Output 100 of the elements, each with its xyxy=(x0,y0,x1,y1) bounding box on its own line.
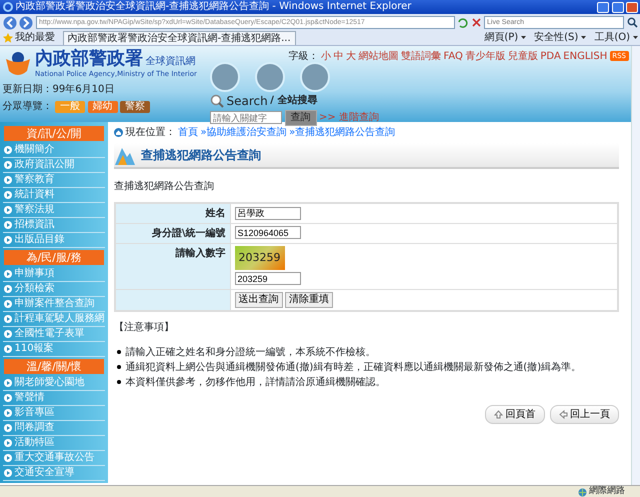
up-arrow-icon xyxy=(494,410,503,418)
forward-icon[interactable] xyxy=(19,16,33,30)
play-icon xyxy=(4,191,12,199)
back-icon[interactable] xyxy=(2,16,16,30)
page-title: 查捕逃犯網路公告查詢 xyxy=(141,146,261,164)
sidebar-item[interactable]: 全國性電子表單 xyxy=(3,327,105,342)
sidebar-item[interactable]: 警察教育 xyxy=(3,173,105,188)
header-link[interactable]: 青少年版 xyxy=(465,48,506,64)
play-icon xyxy=(4,379,12,387)
text-field[interactable]: S120964065 xyxy=(234,226,300,239)
play-icon xyxy=(4,221,12,229)
breadcrumb-link[interactable]: »查捕逃犯網路公告查詢 xyxy=(289,125,396,140)
play-icon xyxy=(4,409,12,417)
play-icon xyxy=(4,424,12,432)
font-size-link[interactable]: 小 xyxy=(321,48,332,64)
breadcrumb-link[interactable]: 首頁 xyxy=(178,125,198,140)
sidebar-item[interactable]: 申辦事項 xyxy=(3,267,105,282)
sidebar-item[interactable]: 活動特區 xyxy=(3,436,105,451)
field-label: 姓名 xyxy=(115,202,230,223)
search-title: Search xyxy=(226,92,268,110)
sidebar-item[interactable]: 招標資訊 xyxy=(3,218,105,233)
bullet-icon xyxy=(116,350,120,354)
note-item: 本資料僅供參考，勿移作他用，詳情請洽原通緝機關確認。 xyxy=(126,376,386,390)
advanced-search-link[interactable]: >> 進階查詢 xyxy=(319,110,379,125)
close-button[interactable] xyxy=(626,2,638,12)
sidebar-item[interactable]: 申辦案件整合查詢 xyxy=(3,297,105,312)
header-link[interactable]: ENGLISH xyxy=(563,48,608,64)
sidebar-item[interactable]: 關老師愛心園地 xyxy=(3,376,105,391)
bullet-icon xyxy=(116,365,120,369)
stop-icon[interactable] xyxy=(470,17,482,28)
left-arrow-icon xyxy=(558,410,568,418)
nav-button[interactable]: 回頁首 xyxy=(485,404,544,424)
form-button[interactable]: 送出查詢 xyxy=(234,292,282,308)
note-item: 通緝犯資料上網公告與通緝機關發佈通(撤)緝有時差，正確資料應以通緝機關最新發佈之通(撤)緝為準。 xyxy=(126,360,582,374)
search-subtitle: / 全站搜尋 xyxy=(270,94,318,108)
minimize-button[interactable] xyxy=(597,2,609,12)
sidebar-item[interactable]: 分類檢索 xyxy=(3,282,105,297)
sidebar-item[interactable]: 警聲情 xyxy=(3,391,105,406)
section-header: 資/訊/公/開 xyxy=(4,126,104,141)
star-icon xyxy=(2,32,12,42)
note-item: 請輸入正確之姓名和身分證統一編號，本系統不作檢核。 xyxy=(126,346,376,360)
search-icon[interactable] xyxy=(626,17,638,28)
play-icon xyxy=(4,300,12,308)
globe-icon xyxy=(578,488,586,496)
keyword-field[interactable]: 請輸入關鍵字 xyxy=(210,111,282,124)
audience-label: 分眾導覽： xyxy=(2,100,52,114)
audience-button[interactable]: 警察 xyxy=(120,100,150,112)
breadcrumb-label: 現在位置： xyxy=(126,126,176,140)
photo-placeholder xyxy=(210,62,240,92)
nav-button[interactable]: 回上一頁 xyxy=(550,404,619,424)
photo-placeholder xyxy=(255,62,285,92)
sidebar-item[interactable]: 統計資料 xyxy=(3,188,105,203)
sidebar-item[interactable]: 政府資訊公開 xyxy=(3,158,105,173)
play-icon xyxy=(4,394,12,402)
sidebar-item[interactable]: 警察法規 xyxy=(3,203,105,218)
sidebar-item[interactable]: 影音專區 xyxy=(3,406,105,421)
header-link[interactable]: 網站地圖 xyxy=(358,48,399,64)
font-size-link[interactable]: 大 xyxy=(346,48,356,64)
menu-button[interactable]: 網頁(P) xyxy=(484,30,526,45)
menu-button[interactable]: 安全性(S) xyxy=(534,30,586,45)
sidebar-item[interactable]: 110報案 xyxy=(3,342,105,357)
photo-placeholder xyxy=(300,62,330,92)
maximize-button[interactable] xyxy=(612,2,624,12)
form-button[interactable]: 清除重填 xyxy=(285,292,333,308)
captcha-field[interactable]: 203259 xyxy=(234,272,300,285)
play-icon xyxy=(4,469,12,477)
header-link[interactable]: FAQ xyxy=(444,48,463,64)
font-size-link[interactable]: 中 xyxy=(334,48,344,64)
logo-title: 內政部警政署 xyxy=(35,48,143,68)
caret-icon xyxy=(580,36,586,39)
text-field[interactable]: 呂學政 xyxy=(234,206,300,220)
play-icon xyxy=(4,176,12,184)
menu-button[interactable]: 工具(O) xyxy=(594,30,638,45)
play-icon xyxy=(4,270,12,278)
field-label: 請輸入數字 xyxy=(115,243,230,289)
breadcrumb-link[interactable]: »協助維護治安查詢 xyxy=(200,125,287,140)
favorites-button[interactable]: 我的最愛 xyxy=(15,30,55,45)
sidebar-item[interactable]: 重大交通事故公告 xyxy=(3,451,105,466)
play-icon xyxy=(4,315,12,323)
notes-title: 【注意事項】 xyxy=(114,320,175,334)
play-icon xyxy=(4,345,12,353)
bullet-icon xyxy=(116,380,120,384)
audience-button[interactable]: 婦幼 xyxy=(88,100,118,112)
sidebar-item[interactable]: 問卷調查 xyxy=(3,421,105,436)
search-button[interactable]: 查詢 xyxy=(284,110,316,126)
header-link[interactable]: 雙語詞彙 xyxy=(401,48,442,64)
sidebar-item[interactable]: 出版品目錄 xyxy=(3,233,105,248)
caret-icon xyxy=(632,36,638,39)
sidebar-item[interactable]: 機關簡介 xyxy=(3,143,105,158)
header-link[interactable]: PDA xyxy=(540,48,561,64)
header-link[interactable]: 兒童版 xyxy=(508,48,538,64)
caret-icon xyxy=(520,36,526,39)
sidebar-item[interactable]: 計程車駕駛人服務網 xyxy=(3,312,105,327)
window-title: 內政部警政署警政治安全球資訊網-查捕逃犯網路公告查詢 - Windows Internet Explorer xyxy=(16,0,412,14)
play-icon xyxy=(4,206,12,214)
play-icon xyxy=(4,285,12,293)
section-header: 溫/馨/關/懷 xyxy=(4,359,104,374)
refresh-icon[interactable] xyxy=(457,17,468,28)
browser-tab[interactable]: 內政部警政署警政治安全球資訊網-查捕逃犯網路... xyxy=(62,31,296,45)
sidebar-item[interactable]: 交通安全宣導 xyxy=(3,466,105,481)
